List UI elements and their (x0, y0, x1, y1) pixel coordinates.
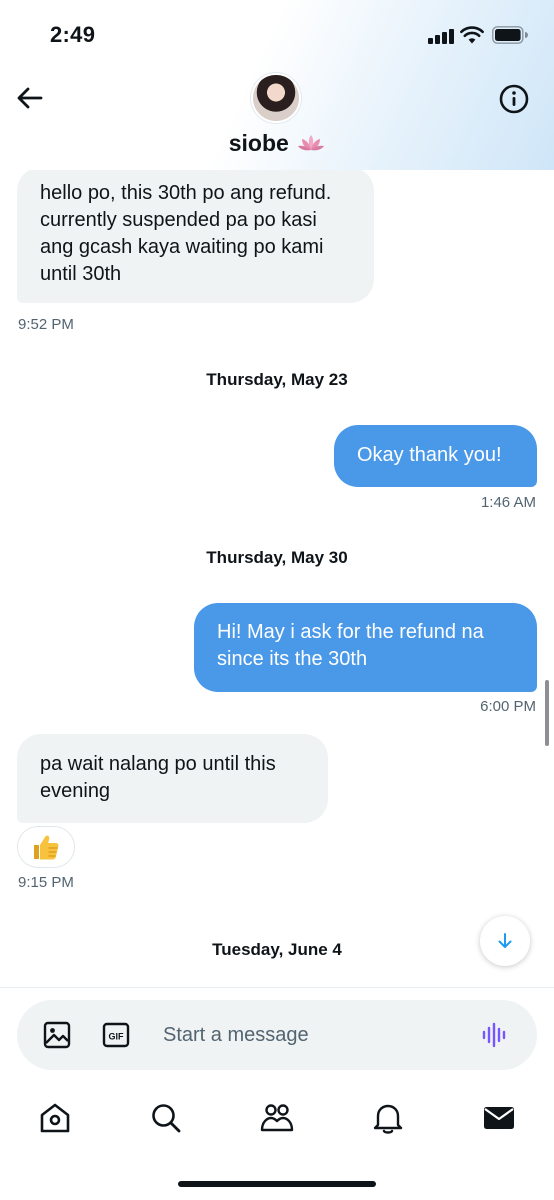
status-bar: 2:49 (0, 0, 554, 70)
message-bubble-outgoing[interactable]: Hi! May i ask for the refund na since it… (194, 603, 537, 692)
date-separator: Tuesday, June 4 (212, 940, 342, 959)
conversation-title[interactable]: siobe (0, 130, 554, 157)
message-list[interactable]: hello po, this 30th po ang refund. curre… (0, 170, 554, 986)
message-composer: GIF (17, 1000, 537, 1070)
home-icon[interactable] (37, 1100, 73, 1136)
status-time: 2:49 (50, 22, 96, 47)
message-bubble-outgoing[interactable]: Okay thank you! (334, 425, 537, 487)
date-separator: Thursday, May 30 (206, 548, 348, 567)
search-icon[interactable] (148, 1100, 184, 1136)
communities-icon[interactable] (259, 1100, 295, 1136)
battery-icon (492, 26, 528, 44)
messages-icon[interactable] (481, 1100, 517, 1136)
message-bubble-incoming[interactable]: pa wait nalang po until this evening (17, 734, 328, 823)
message-bubble-incoming[interactable]: hello po, this 30th po ang refund. curre… (17, 170, 374, 303)
composer-divider (0, 987, 554, 988)
message-timestamp: 9:15 PM (18, 874, 74, 891)
home-indicator (178, 1181, 376, 1187)
image-icon[interactable] (42, 1020, 72, 1050)
back-arrow-icon[interactable] (14, 82, 46, 114)
message-timestamp: 6:00 PM (480, 698, 536, 715)
message-timestamp: 9:52 PM (18, 316, 74, 333)
message-input[interactable] (163, 1021, 453, 1049)
message-timestamp: 1:46 AM (480, 494, 536, 511)
voice-message-icon[interactable] (480, 1020, 510, 1050)
scrollbar[interactable] (545, 680, 549, 746)
info-icon[interactable] (498, 83, 530, 115)
reaction-badge[interactable] (17, 826, 75, 868)
wifi-icon (460, 26, 484, 44)
avatar[interactable] (251, 73, 301, 123)
bottom-tab-bar (0, 1090, 554, 1150)
svg-text:GIF: GIF (109, 1032, 125, 1042)
cellular-signal-icon (428, 28, 454, 44)
gif-icon[interactable]: GIF (101, 1020, 131, 1050)
thumbs-up-icon (34, 835, 59, 860)
date-separator: Thursday, May 23 (206, 370, 348, 389)
scroll-to-bottom-button[interactable] (480, 916, 530, 966)
lotus-icon (298, 135, 325, 151)
arrow-down-icon (498, 933, 512, 948)
notifications-icon[interactable] (370, 1100, 406, 1136)
contact-name: siobe (228, 130, 289, 156)
